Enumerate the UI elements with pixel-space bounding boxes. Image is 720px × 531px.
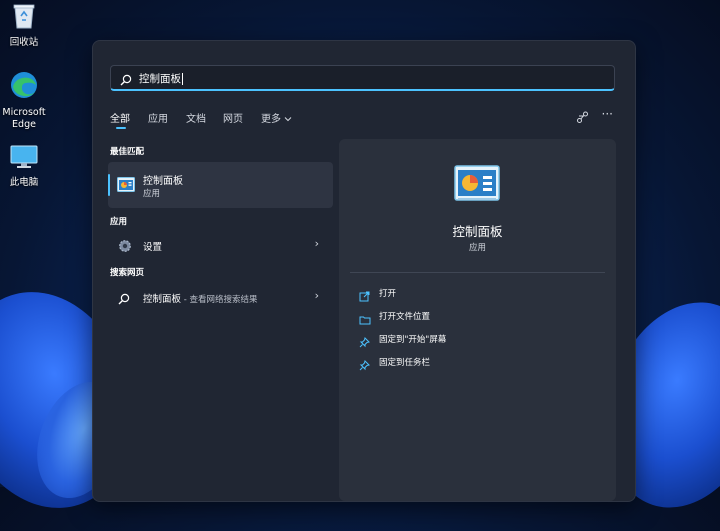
desktop-icon-label: 回收站 xyxy=(9,37,39,48)
action-label: 固定到"开始"屏幕 xyxy=(379,335,447,345)
more-options-icon[interactable]: ··· xyxy=(602,107,613,121)
best-match-result[interactable]: 控制面板 应用 xyxy=(108,162,333,208)
monitor-icon xyxy=(0,144,48,174)
tab-documents[interactable]: 文档 xyxy=(186,110,206,125)
web-search-suffix: - 查看网络搜索结果 xyxy=(181,295,258,305)
action-label: 打开文件位置 xyxy=(379,312,431,322)
tab-apps[interactable]: 应用 xyxy=(148,110,168,125)
preview-pane: 控制面板 应用 打开 打开文件位置 固定到"开始"屏幕 固定到任务栏 xyxy=(339,139,616,501)
pin-icon xyxy=(359,356,370,375)
search-text: 控制面板 xyxy=(139,73,183,85)
web-search-query: 控制面板 xyxy=(143,294,182,305)
app-result-label: 设置 xyxy=(143,242,163,253)
search-icon xyxy=(120,71,132,90)
action-label: 固定到任务栏 xyxy=(379,358,431,368)
search-input[interactable]: 控制面板 xyxy=(110,65,615,91)
selection-indicator xyxy=(108,174,110,196)
desktop-icon-recycle-bin[interactable]: 回收站 xyxy=(0,2,48,49)
action-pin-to-start[interactable]: 固定到"开始"屏幕 xyxy=(359,331,589,349)
action-pin-to-taskbar[interactable]: 固定到任务栏 xyxy=(359,354,589,372)
open-external-icon xyxy=(359,287,370,306)
tab-more-label: 更多 xyxy=(261,114,281,125)
desktop-icon-edge[interactable]: Microsoft Edge xyxy=(0,70,48,131)
search-icon xyxy=(118,290,130,309)
control-panel-icon[interactable] xyxy=(454,165,500,207)
best-match-title: 控制面板 xyxy=(143,176,183,187)
desktop-icon-label: Microsoft Edge xyxy=(2,107,46,130)
preview-subtitle: 应用 xyxy=(468,243,486,253)
chevron-right-icon: › xyxy=(314,237,319,250)
app-result-settings[interactable]: 设置 › xyxy=(108,234,333,256)
chevron-right-icon: › xyxy=(314,289,319,302)
action-open-file-location[interactable]: 打开文件位置 xyxy=(359,308,589,326)
start-search-panel: 控制面板 全部 应用 文档 网页 更多 ··· 最佳匹配 控制面板 应用 应用 … xyxy=(92,40,636,502)
action-label: 打开 xyxy=(379,289,397,299)
tab-web[interactable]: 网页 xyxy=(223,110,243,125)
folder-icon xyxy=(359,310,371,329)
action-open[interactable]: 打开 xyxy=(359,285,589,303)
chevron-down-icon xyxy=(284,114,292,125)
section-best-match: 最佳匹配 xyxy=(110,147,145,157)
active-tab-indicator xyxy=(116,127,126,129)
recycle-bin-icon xyxy=(0,2,48,34)
edge-icon xyxy=(0,70,48,104)
share-icon[interactable] xyxy=(576,109,589,128)
tab-all[interactable]: 全部 xyxy=(110,110,130,125)
settings-gear-icon xyxy=(118,238,132,257)
section-web-search: 搜索网页 xyxy=(110,268,145,278)
pin-icon xyxy=(359,333,370,352)
web-search-label: 控制面板 - 查看网络搜索结果 xyxy=(143,291,258,305)
preview-title: 控制面板 xyxy=(452,224,503,239)
web-search-result[interactable]: 控制面板 - 查看网络搜索结果 › xyxy=(108,286,333,308)
section-apps: 应用 xyxy=(110,217,128,227)
desktop-icon-this-pc[interactable]: 此电脑 xyxy=(0,144,48,189)
preview-divider xyxy=(350,272,605,273)
control-panel-icon xyxy=(117,177,135,196)
best-match-subtitle: 应用 xyxy=(143,189,161,199)
tab-more[interactable]: 更多 xyxy=(261,110,292,125)
desktop-icon-label: 此电脑 xyxy=(9,177,39,188)
